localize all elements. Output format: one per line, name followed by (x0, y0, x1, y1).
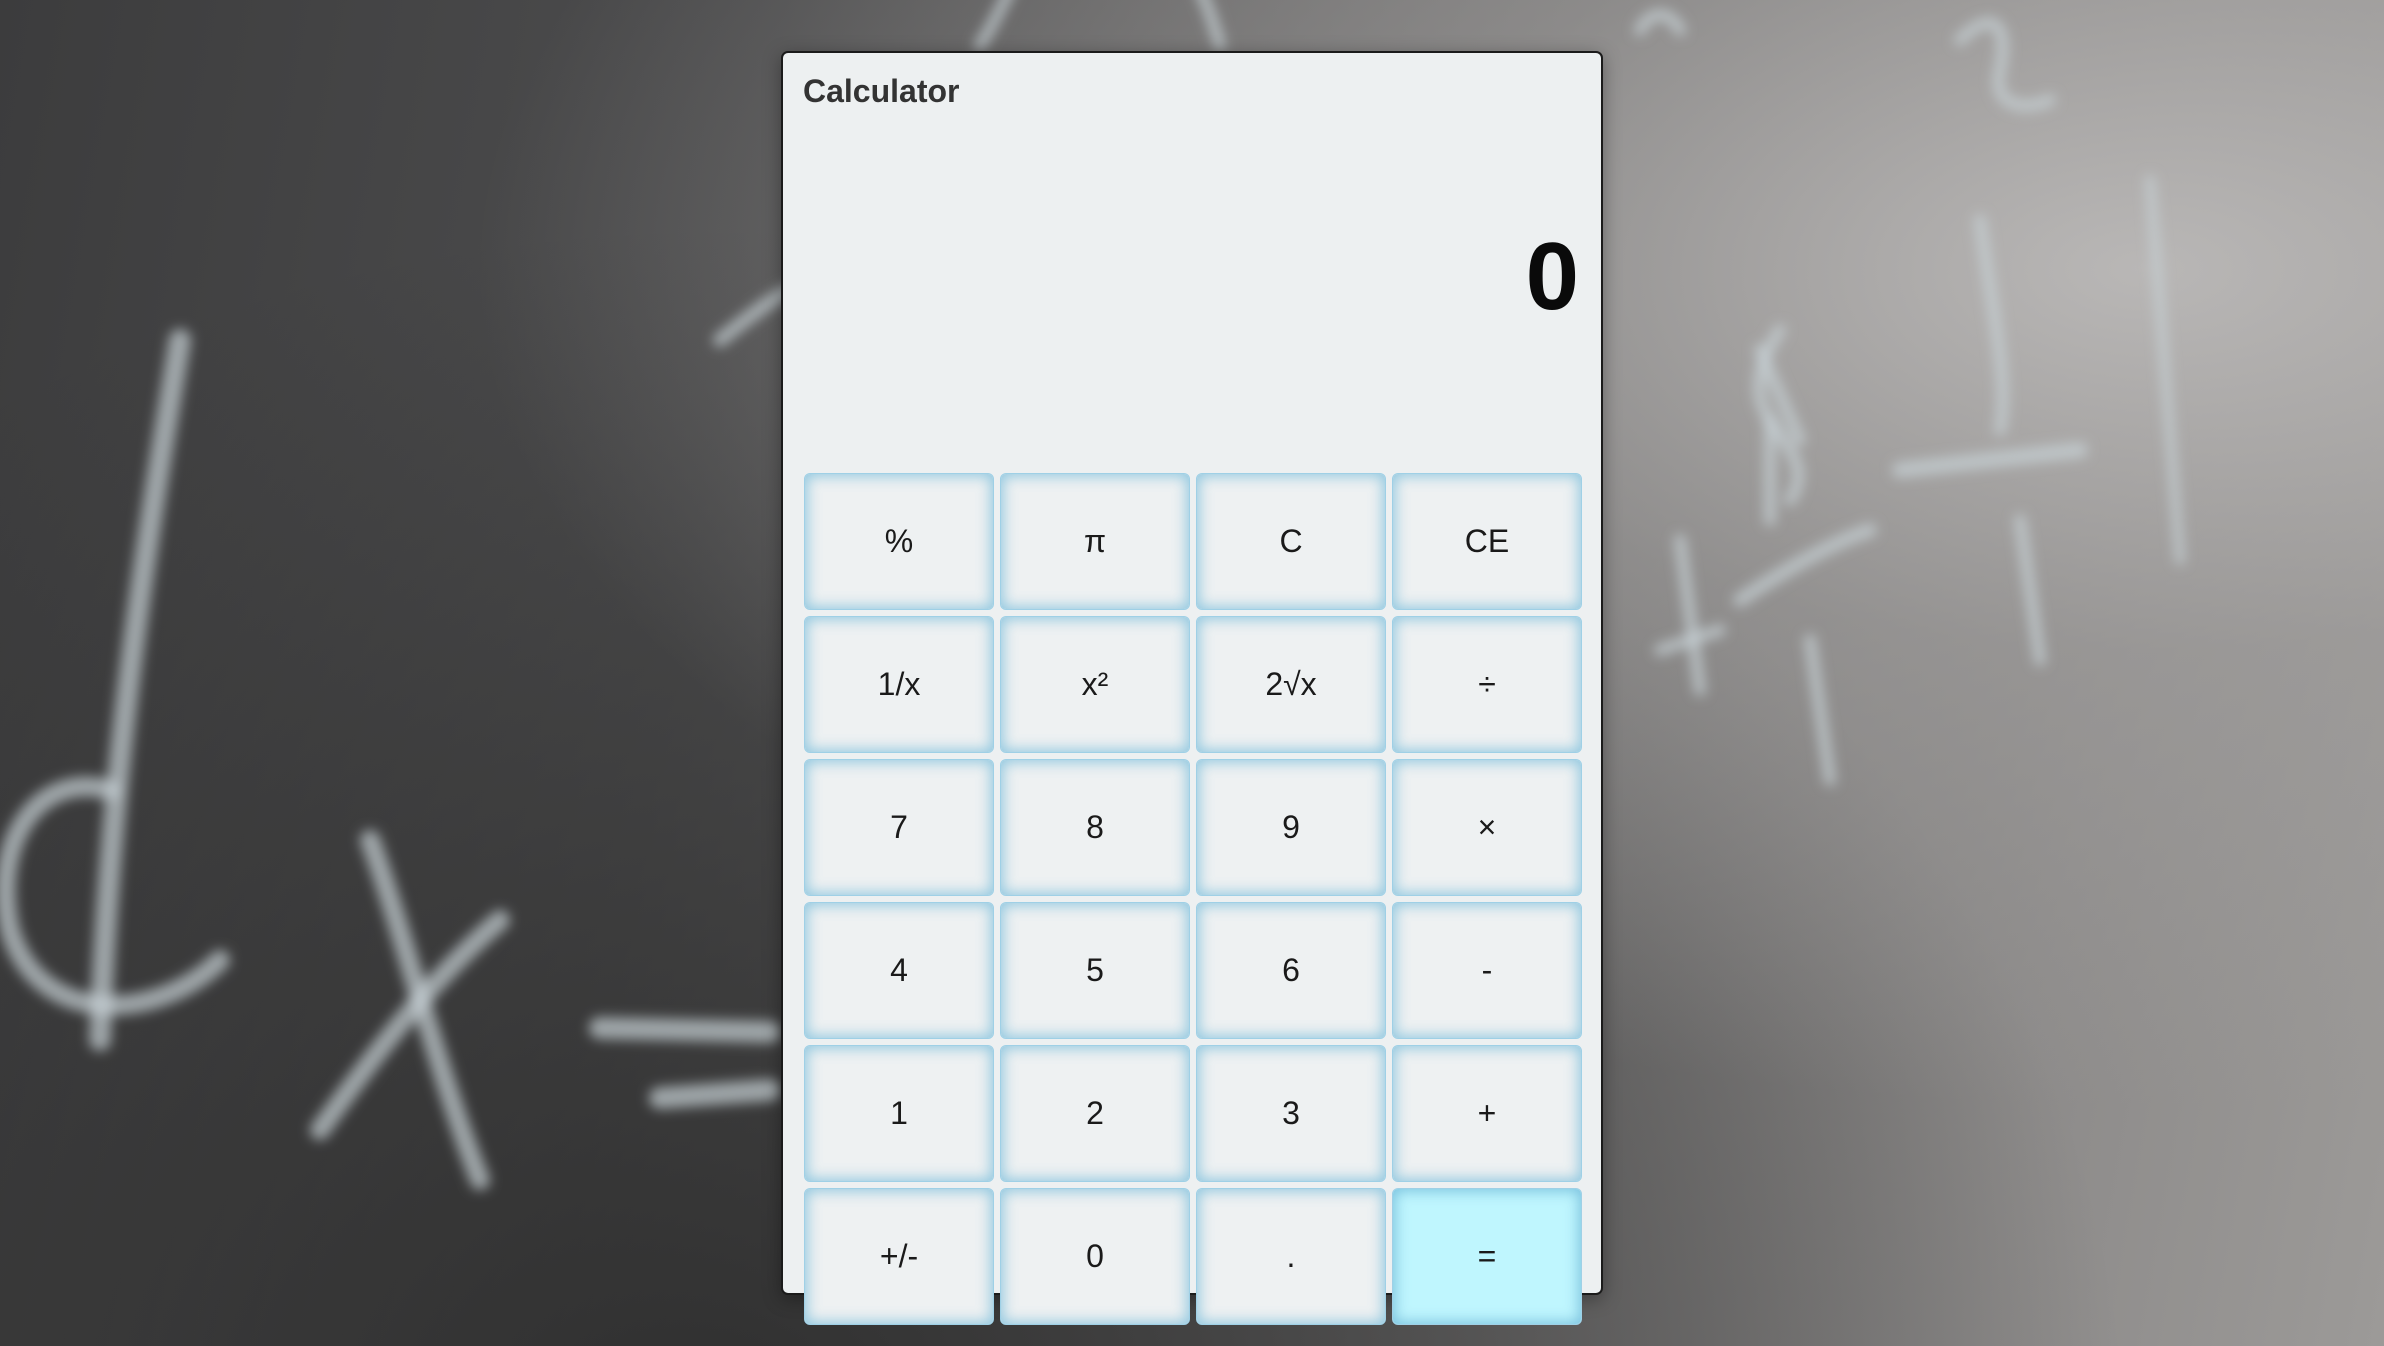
square-button[interactable]: x² (1000, 616, 1190, 753)
add-button[interactable]: + (1392, 1045, 1582, 1182)
calculator-window: Calculator 0 % π C CE 1/x x² 2√x ÷ 7 8 9… (781, 51, 1603, 1325)
negate-button[interactable]: +/- (804, 1188, 994, 1325)
digit-3-button[interactable]: 3 (1196, 1045, 1386, 1182)
digit-1-button[interactable]: 1 (804, 1045, 994, 1182)
result-display: 0 (1525, 223, 1579, 330)
digit-9-button[interactable]: 9 (1196, 759, 1386, 896)
subtract-button[interactable]: - (1392, 902, 1582, 1039)
keypad: % π C CE 1/x x² 2√x ÷ 7 8 9 × 4 5 6 - 1 … (804, 473, 1582, 1325)
pi-button[interactable]: π (1000, 473, 1190, 610)
square-root-button[interactable]: 2√x (1196, 616, 1386, 753)
percent-button[interactable]: % (804, 473, 994, 610)
digit-7-button[interactable]: 7 (804, 759, 994, 896)
equals-button[interactable]: = (1392, 1188, 1582, 1325)
digit-8-button[interactable]: 8 (1000, 759, 1190, 896)
digit-4-button[interactable]: 4 (804, 902, 994, 1039)
divide-button[interactable]: ÷ (1392, 616, 1582, 753)
clear-button[interactable]: C (1196, 473, 1386, 610)
digit-2-button[interactable]: 2 (1000, 1045, 1190, 1182)
decimal-button[interactable]: . (1196, 1188, 1386, 1325)
digit-5-button[interactable]: 5 (1000, 902, 1190, 1039)
app-title: Calculator (803, 73, 960, 109)
reciprocal-button[interactable]: 1/x (804, 616, 994, 753)
clear-entry-button[interactable]: CE (1392, 473, 1582, 610)
digit-0-button[interactable]: 0 (1000, 1188, 1190, 1325)
digit-6-button[interactable]: 6 (1196, 902, 1386, 1039)
multiply-button[interactable]: × (1392, 759, 1582, 896)
